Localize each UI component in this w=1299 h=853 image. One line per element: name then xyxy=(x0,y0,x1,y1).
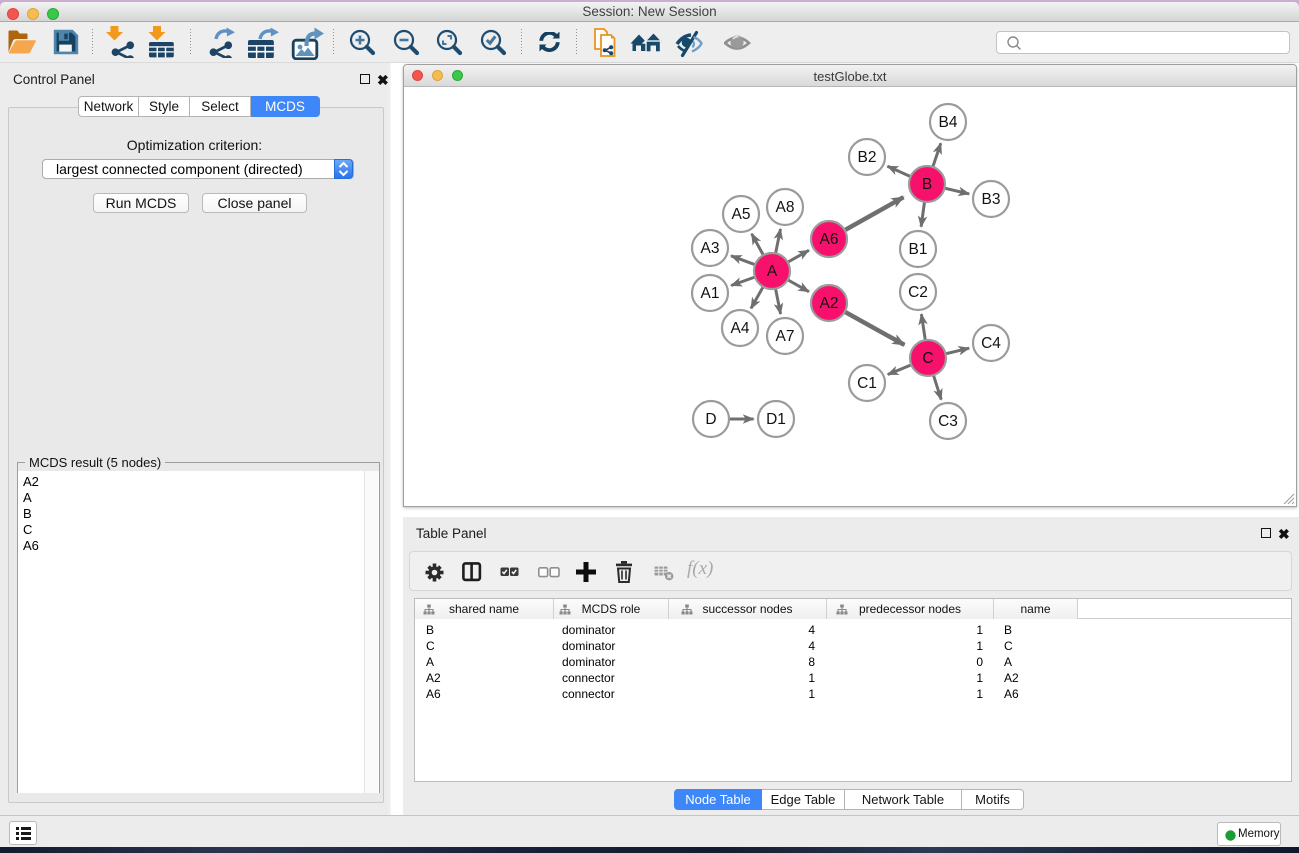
svg-text:A2: A2 xyxy=(820,295,839,312)
svg-text:B3: B3 xyxy=(982,191,1001,208)
svg-text:A4: A4 xyxy=(731,320,750,337)
svg-text:A6: A6 xyxy=(820,231,839,248)
svg-text:C3: C3 xyxy=(938,413,958,430)
svg-text:A8: A8 xyxy=(776,199,795,216)
svg-text:B: B xyxy=(922,176,932,193)
svg-text:A7: A7 xyxy=(776,328,795,345)
svg-text:A5: A5 xyxy=(732,206,751,223)
svg-text:D1: D1 xyxy=(766,411,786,428)
svg-text:A: A xyxy=(767,263,778,280)
svg-text:A3: A3 xyxy=(701,240,720,257)
svg-text:B1: B1 xyxy=(909,241,928,258)
svg-text:C1: C1 xyxy=(857,375,877,392)
svg-text:B2: B2 xyxy=(858,149,877,166)
svg-text:C: C xyxy=(922,350,933,367)
svg-text:C4: C4 xyxy=(981,335,1001,352)
svg-text:C2: C2 xyxy=(908,284,928,301)
svg-text:B4: B4 xyxy=(939,114,958,131)
svg-text:D: D xyxy=(705,411,716,428)
svg-text:A1: A1 xyxy=(701,285,720,302)
